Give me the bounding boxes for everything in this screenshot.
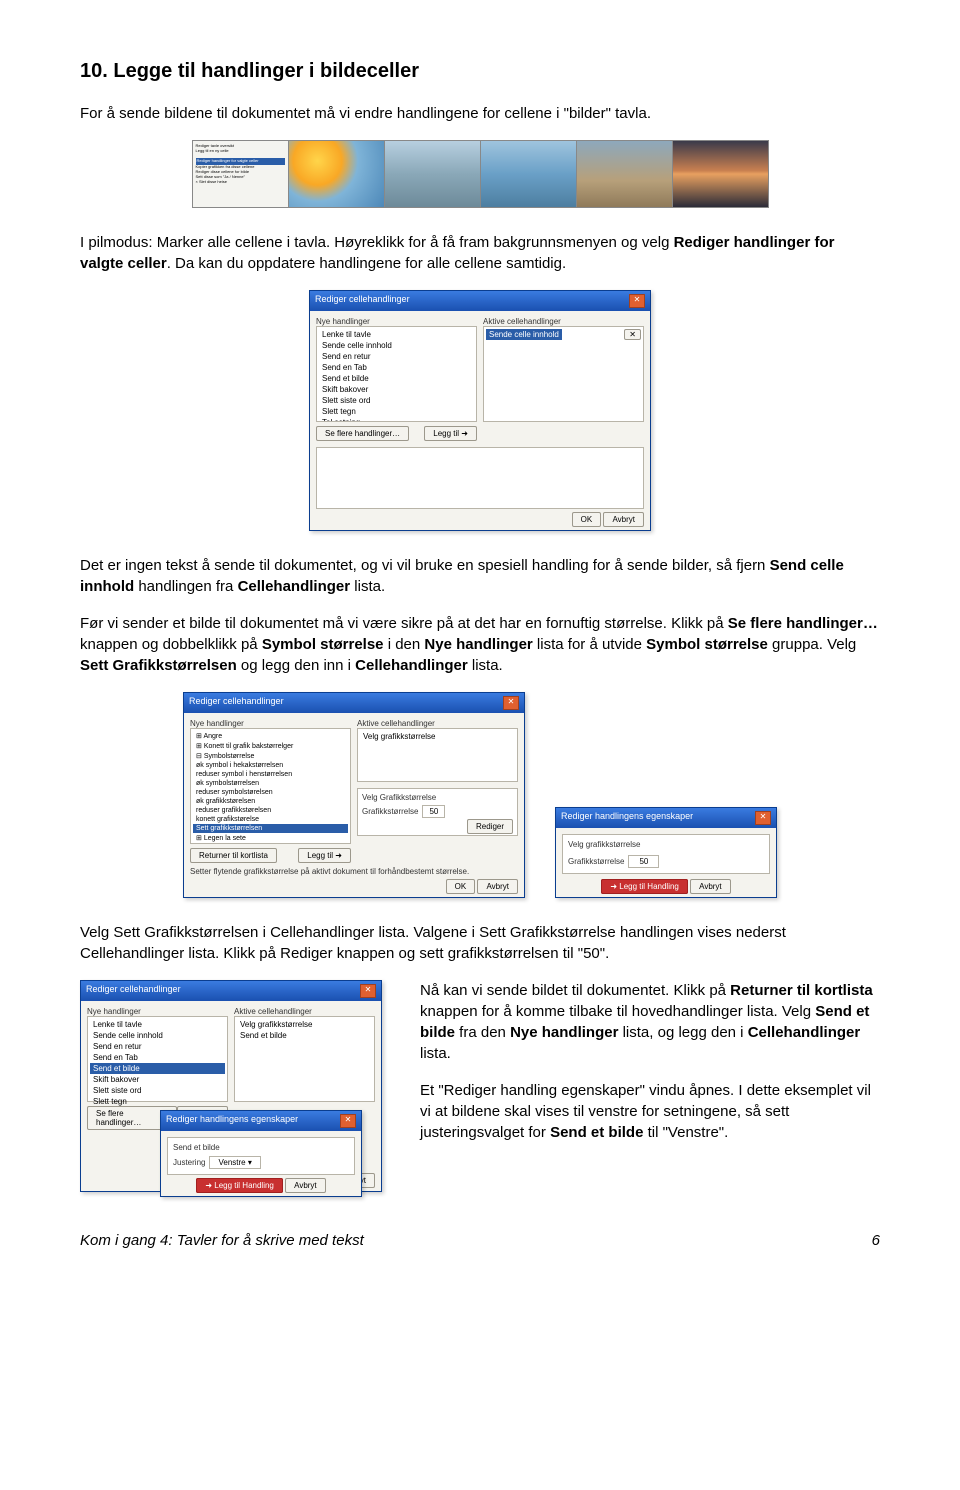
legg-til-button[interactable]: Legg til ➜ <box>424 426 477 441</box>
list-item[interactable]: Skift bakover <box>90 1074 225 1085</box>
paragraph-7: Et "Rediger handling egenskaper" vindu å… <box>420 1080 880 1143</box>
list-item[interactable]: Slett siste ord <box>319 395 474 406</box>
avbryt-button[interactable]: Avbryt <box>690 879 731 894</box>
dialog-rediger-cellehandlinger-2: Rediger cellehandlinger ✕ Nye handlinger… <box>183 692 525 898</box>
dialog-rediger-cellehandlinger-1: Rediger cellehandlinger ✕ Nye handlinger… <box>309 290 651 531</box>
list-item[interactable]: ⊟ Symbolstørrelse <box>193 751 348 761</box>
list-item[interactable]: øk symbol i hekakstørrelsen <box>193 761 348 770</box>
dialog-title: Rediger handlingens egenskaper <box>166 1114 298 1128</box>
dialog-title: Rediger cellehandlinger <box>315 294 410 308</box>
dialog-title: Rediger cellehandlinger <box>86 984 181 998</box>
list-item[interactable]: reduser grafikkstørelsen <box>193 806 348 815</box>
list-item[interactable]: Send en Tab <box>90 1052 225 1063</box>
dialog-rediger-handlingens-egenskaper-1: Rediger handlingens egenskaper ✕ Velg gr… <box>555 807 777 898</box>
list-item[interactable]: konett grafikstørelse <box>193 815 348 824</box>
list-item[interactable]: ⊞ Lenke <box>193 843 348 844</box>
rediger-button[interactable]: Rediger <box>467 819 513 834</box>
aktive-cellehandlinger-label: Aktive cellehandlinger <box>483 317 644 326</box>
list-item[interactable]: Sett grafikkstørrelsen <box>193 824 348 833</box>
justering-sublabel: Justering <box>173 1158 205 1167</box>
thumb-beach <box>576 141 672 207</box>
grafikkstorrelse-value: 50 <box>422 805 445 818</box>
aktive-cellehandlinger-label: Aktive cellehandlinger <box>357 719 518 728</box>
legg-til-button[interactable]: Legg til ➜ <box>298 848 351 863</box>
thumb-arch <box>480 141 576 207</box>
ok-button[interactable]: OK <box>572 512 602 527</box>
close-icon[interactable]: ✕ <box>503 696 519 710</box>
grafikkstorrelse-input[interactable]: 50 <box>628 855 659 868</box>
nye-handlinger-label: Nye handlinger <box>316 317 477 326</box>
footer-title: Kom i gang 4: Tavler for å skrive med te… <box>80 1232 364 1249</box>
list-item[interactable]: Slett tegn <box>319 406 474 417</box>
close-icon[interactable]: ✕ <box>629 294 645 308</box>
list-item[interactable]: reduser symbol i henstørrelsen <box>193 770 348 779</box>
dialog-title: Rediger cellehandlinger <box>189 696 284 710</box>
list-item[interactable]: ⊞ Legen la sete <box>193 833 348 843</box>
close-icon[interactable]: ✕ <box>755 811 771 825</box>
list-item[interactable]: reduser symbolstørelsen <box>193 788 348 797</box>
list-item[interactable]: øk grafikkstørelsen <box>193 797 348 806</box>
list-item[interactable]: Slett siste ord <box>90 1085 225 1096</box>
list-item[interactable]: Send et bilde <box>319 373 474 384</box>
ok-button[interactable]: OK <box>446 879 476 894</box>
list-item[interactable]: Sende celle innhold <box>486 329 562 340</box>
list-item[interactable]: øk symbolstørrelsen <box>193 779 348 788</box>
se-flere-handlinger-button[interactable]: Se flere handlinger… <box>316 426 409 441</box>
list-item[interactable]: Sende celle innhold <box>90 1030 225 1041</box>
paragraph-2: I pilmodus: Marker alle cellene i tavla.… <box>80 232 880 274</box>
send-et-bilde-label: Send et bilde <box>173 1143 349 1152</box>
grafikkstorrelse-sublabel: Grafikkstørrelse <box>362 807 418 816</box>
paragraph-1: For å sende bildene til dokumentet må vi… <box>80 103 880 124</box>
list-item[interactable]: Velg grafikkstørrelse <box>360 731 515 742</box>
grafikkstorrelse-sublabel: Grafikkstørrelse <box>568 857 624 866</box>
list-item[interactable]: Skift bakover <box>319 384 474 395</box>
nye-handlinger-label: Nye handlinger <box>190 719 351 728</box>
paragraph-6: Nå kan vi sende bildet til dokumentet. K… <box>420 980 880 1064</box>
returner-til-kortlista-button[interactable]: Returner til kortlista <box>190 848 277 863</box>
dialog-rediger-handlingens-egenskaper-2: Rediger handlingens egenskaper ✕ Send et… <box>160 1110 362 1197</box>
list-item[interactable]: Send et bilde <box>90 1063 225 1074</box>
avbryt-button[interactable]: Avbryt <box>285 1178 326 1193</box>
nye-handlinger-label: Nye handlinger <box>87 1007 228 1016</box>
thumb-sun <box>288 141 384 207</box>
avbryt-button[interactable]: Avbryt <box>477 879 518 894</box>
list-item[interactable]: Lenke til tavle <box>319 329 474 340</box>
paragraph-3: Det er ingen tekst å sende til dokumente… <box>80 555 880 597</box>
list-item[interactable]: Send en retur <box>90 1041 225 1052</box>
context-menu-thumb: Rediger tavle oversikt Legg til en ny ce… <box>193 141 288 207</box>
hint-text: Setter flytende grafikkstørrelse på akti… <box>190 867 518 876</box>
list-item[interactable]: Send en Tab <box>319 362 474 373</box>
paragraph-4: Før vi sender et bilde til dokumentet må… <box>80 613 880 676</box>
avbryt-button[interactable]: Avbryt <box>603 512 644 527</box>
thumb-boat <box>384 141 480 207</box>
figure-thumbnails-strip: Rediger tavle oversikt Legg til en ny ce… <box>80 140 880 208</box>
list-item[interactable]: Tal setning <box>319 417 474 422</box>
close-icon[interactable]: ✕ <box>340 1114 356 1128</box>
justering-dropdown[interactable]: Venstre ▾ <box>209 1156 260 1169</box>
legg-til-handling-button[interactable]: ➜ Legg til Handling <box>196 1178 283 1193</box>
section-heading: 10. Legge til handlinger i bildeceller <box>80 60 880 83</box>
list-item[interactable]: ⊞ Angre <box>193 731 348 741</box>
list-item[interactable]: Sende celle innhold <box>319 340 474 351</box>
list-item[interactable]: Lenke til tavle <box>90 1019 225 1030</box>
legg-til-handling-button[interactable]: ➜ Legg til Handling <box>601 879 688 894</box>
velg-grafikkstorrelse-label: Velg grafikkstørrelse <box>568 840 764 849</box>
list-item[interactable]: Send et bilde <box>237 1030 372 1041</box>
list-item[interactable]: Velg grafikkstørrelse <box>237 1019 372 1030</box>
dialog-title: Rediger handlingens egenskaper <box>561 811 693 825</box>
velg-grafikkstorrelse-label: Velg Grafikkstørrelse <box>362 793 513 802</box>
close-icon[interactable]: ✕ <box>360 984 376 998</box>
page-number: 6 <box>872 1232 880 1249</box>
aktive-cellehandlinger-label: Aktive cellehandlinger <box>234 1007 375 1016</box>
list-item[interactable]: ⊞ Konett til grafik bakstørrelger <box>193 741 348 751</box>
remove-icon[interactable]: ✕ <box>624 329 641 340</box>
paragraph-5: Velg Sett Grafikkstørrelsen i Cellehandl… <box>80 922 880 964</box>
list-item[interactable]: Send en retur <box>319 351 474 362</box>
thumb-sunset <box>672 141 768 207</box>
